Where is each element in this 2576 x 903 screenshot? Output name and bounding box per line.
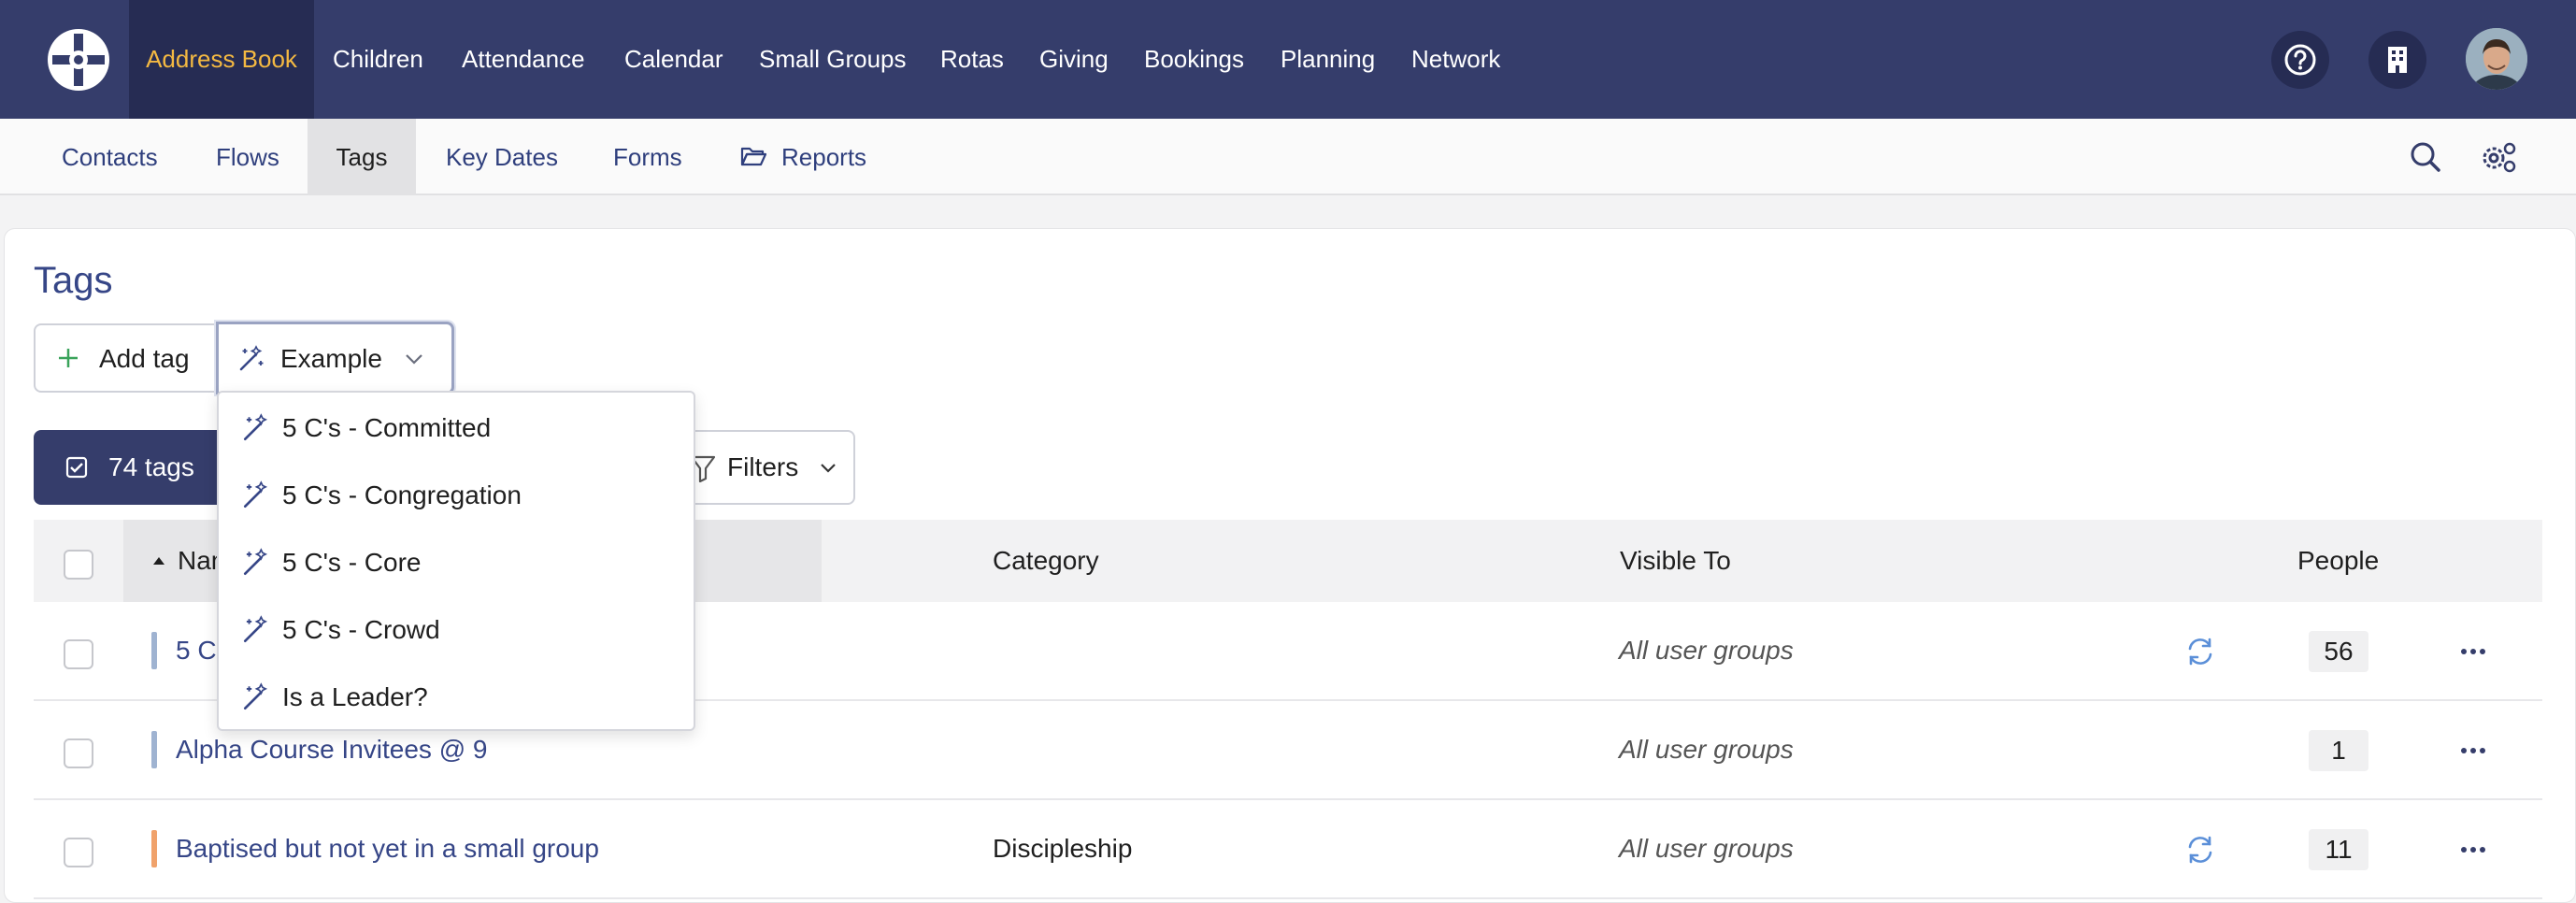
dropdown-item-congregation[interactable]: 5 C's - Congregation [219,462,694,529]
row-divider [34,897,2542,899]
people-count-badge: 56 [2309,631,2368,672]
filters-button[interactable]: Filters [673,430,855,505]
nav-attendance[interactable]: Attendance [462,0,585,119]
dropdown-item-label: 5 C's - Committed [282,413,492,442]
sort-ascending-icon [153,557,165,565]
dropdown-item-core[interactable]: 5 C's - Core [219,529,694,596]
nav-network[interactable]: Network [1411,0,1500,119]
row-checkbox[interactable] [64,838,93,867]
tab-forms[interactable]: Forms [613,119,682,195]
tag-color-marker [151,731,157,768]
column-header-people[interactable]: People [2297,520,2379,602]
filters-label: Filters [727,452,799,481]
tab-flows[interactable]: Flows [216,119,279,195]
checkbox-checked-icon [65,456,88,479]
dropdown-item-label: 5 C's - Congregation [282,480,522,509]
folder-open-icon [740,147,766,166]
select-all-checkbox[interactable] [64,550,93,580]
example-dropdown-menu: 5 C's - Committed 5 C's - Congregation 5… [217,391,695,731]
tag-name-link[interactable]: Alpha Course Invitees @ 9 [176,731,487,768]
dropdown-item-label: 5 C's - Crowd [282,615,440,644]
help-icon [2284,44,2316,76]
tag-color-marker [151,830,157,867]
example-label: Example [280,344,382,373]
column-header-category[interactable]: Category [993,520,1099,602]
tab-contacts[interactable]: Contacts [62,119,158,195]
sub-navigation-bar: Contacts Flows Tags Key Dates Forms Repo… [0,119,2576,195]
plus-icon [59,349,78,367]
tab-tags[interactable]: Tags [308,119,416,195]
dropdown-item-crowd[interactable]: 5 C's - Crowd [219,596,694,664]
tag-name-link[interactable]: Baptised but not yet in a small group [176,830,599,867]
sync-icon [2188,638,2212,666]
tab-reports[interactable]: Reports [740,119,871,195]
sync-icon [2188,836,2212,864]
people-count-badge: 1 [2309,730,2368,771]
dropdown-item-label: 5 C's - Core [282,548,422,577]
tab-reports-label: Reports [781,143,867,171]
nav-rotas[interactable]: Rotas [940,0,1004,119]
tags-count-label: 74 tags [108,452,194,481]
row-checkbox[interactable] [64,738,93,768]
tag-category: Discipleship [993,834,1133,863]
add-tag-label: Add tag [99,344,190,373]
building-icon [2388,47,2407,73]
more-options-icon[interactable] [2456,833,2490,867]
tag-color-marker [151,632,157,669]
chevron-down-icon [406,354,422,365]
settings-icon[interactable] [2479,137,2518,177]
search-icon[interactable] [2406,137,2445,177]
dropdown-item-is-a-leader[interactable]: Is a Leader? [219,664,694,731]
row-checkbox[interactable] [64,639,93,669]
add-tag-button[interactable]: Add tag [34,323,217,393]
tag-visible-to: All user groups [1619,636,1794,665]
page-title: Tags [34,260,113,301]
more-options-icon[interactable] [2456,734,2490,767]
help-button[interactable] [2271,31,2329,89]
row-divider [34,798,2542,800]
people-count-badge: 11 [2309,829,2368,870]
tab-key-dates[interactable]: Key Dates [446,119,558,195]
nav-giving[interactable]: Giving [1039,0,1109,119]
magic-wand-icon [243,682,268,710]
nav-small-groups[interactable]: Small Groups [759,0,907,119]
magic-wand-icon [243,615,268,643]
user-avatar[interactable] [2466,28,2527,90]
nav-children[interactable]: Children [333,0,423,119]
user-avatar-image [2466,28,2527,90]
nav-address-book[interactable]: Address Book [129,0,314,119]
nav-bookings[interactable]: Bookings [1144,0,1244,119]
nav-planning[interactable]: Planning [1281,0,1375,119]
example-dropdown-button[interactable]: Example [216,322,454,394]
magic-wand-icon [243,413,268,441]
more-options-icon[interactable] [2456,635,2490,668]
magic-wand-icon [239,345,264,371]
chevron-down-icon [821,464,836,473]
tag-visible-to: All user groups [1619,834,1794,863]
organisation-button[interactable] [2368,31,2426,89]
tag-visible-to: All user groups [1619,735,1794,764]
dropdown-item-committed[interactable]: 5 C's - Committed [219,394,694,462]
nav-calendar[interactable]: Calendar [624,0,723,119]
top-navigation-bar: Address Book Children Attendance Calenda… [0,0,2576,119]
column-header-visible-to[interactable]: Visible To [1620,520,1731,602]
dropdown-item-label: Is a Leader? [282,682,428,711]
magic-wand-icon [243,548,268,576]
magic-wand-icon [243,480,268,509]
church-logo-icon[interactable] [45,26,112,93]
